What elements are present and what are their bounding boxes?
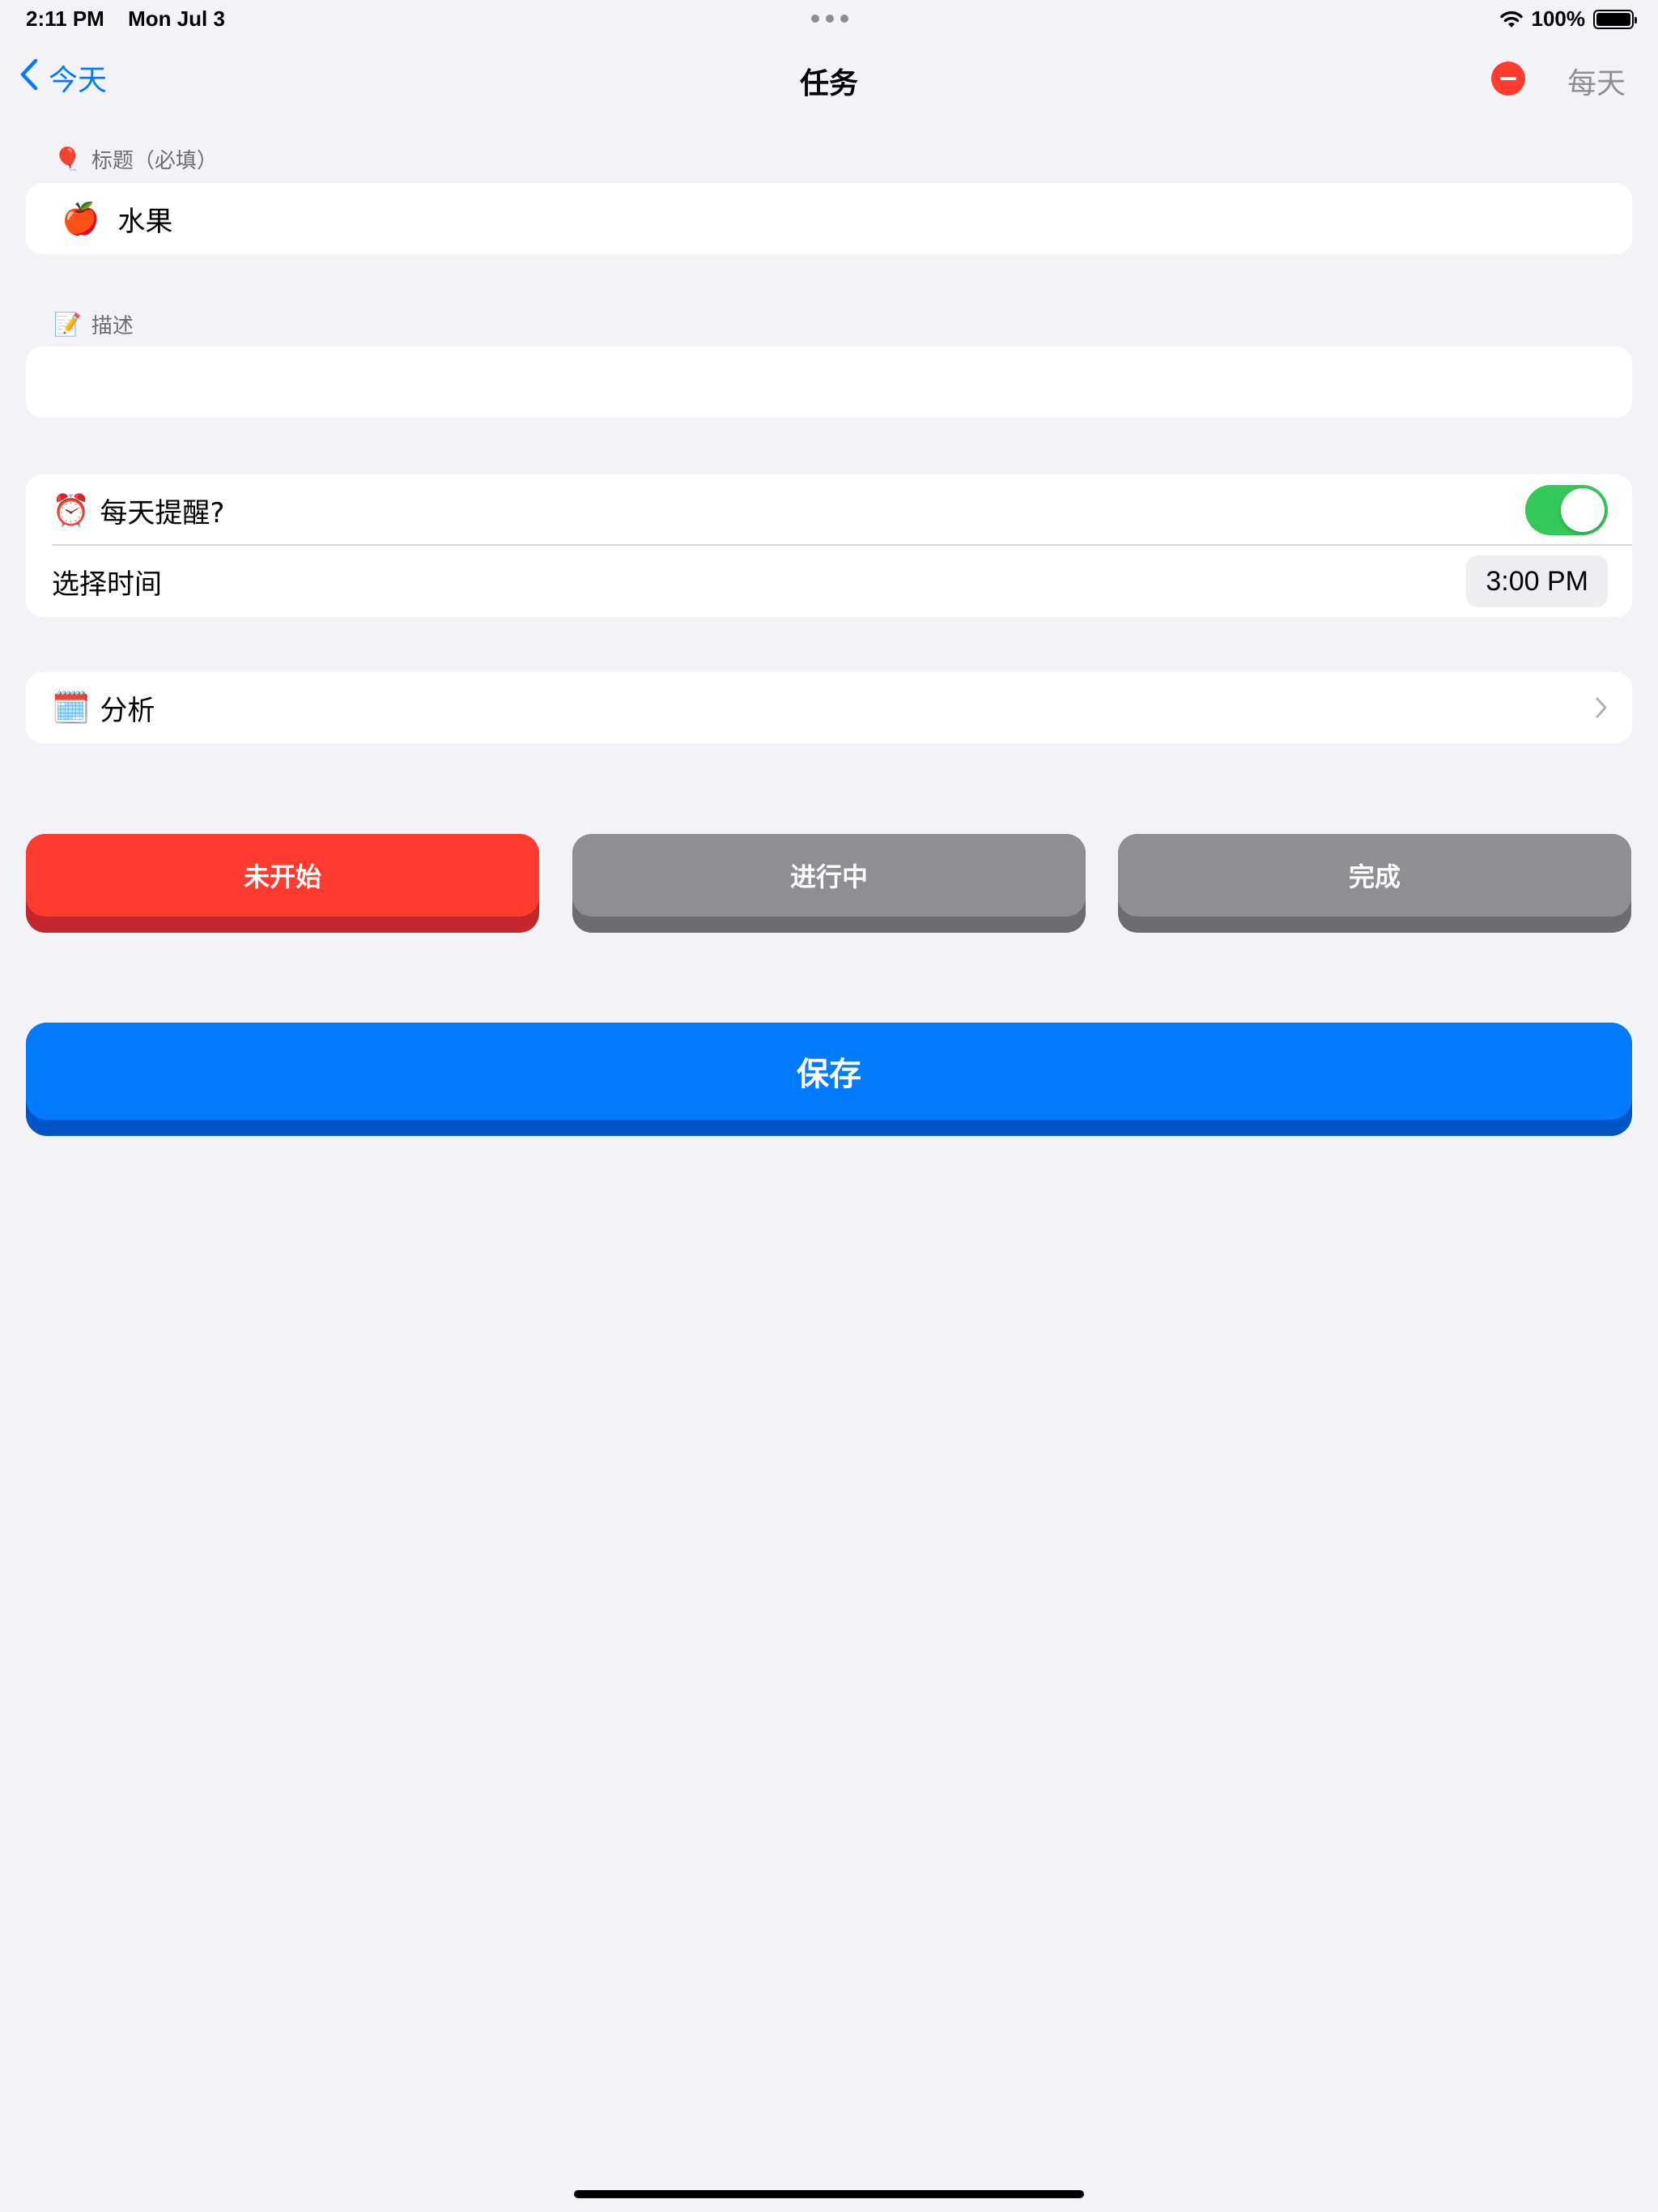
save-button[interactable]: 保存 [26, 1023, 1632, 1136]
title-value: 水果 [117, 205, 173, 238]
analysis-row[interactable]: 🗓️ 分析 [26, 672, 1632, 743]
chevron-right-icon [1595, 696, 1608, 719]
status-in-progress-button[interactable]: 进行中 [572, 834, 1086, 933]
description-header-label: 描述 [91, 314, 134, 338]
title-section-header: 🎈 标题（必填） [53, 144, 218, 174]
toggle-knob [1561, 488, 1605, 532]
status-indicators: 100% [1499, 6, 1637, 32]
delete-icon[interactable] [1491, 62, 1525, 96]
description-card [26, 347, 1632, 418]
battery-icon [1593, 9, 1637, 29]
page-title: 任务 [799, 67, 858, 100]
alarm-clock-icon: ⏰ [52, 492, 91, 528]
status-in-progress-label: 进行中 [572, 834, 1086, 917]
apple-icon: 🍎 [62, 201, 100, 236]
status-not-started-label: 未开始 [26, 834, 539, 917]
time-picker[interactable]: 3:00 PM [1466, 555, 1608, 607]
status-time-date: 2:11 PM Mon Jul 3 [26, 6, 225, 32]
status-done-label: 完成 [1118, 834, 1631, 917]
home-indicator[interactable] [574, 2190, 1084, 2198]
status-not-started-button[interactable]: 未开始 [26, 834, 539, 933]
title-header-label: 标题（必填） [91, 149, 218, 173]
battery-percentage: 100% [1531, 6, 1586, 31]
reminder-card: ⏰ 每天提醒? 选择时间 3:00 PM [26, 474, 1632, 617]
status-time: 2:11 PM [26, 6, 104, 31]
daily-reminder-toggle[interactable] [1525, 485, 1608, 535]
description-section-header: 📝 描述 [53, 309, 134, 339]
title-card: 🍎 水果 [26, 183, 1632, 254]
save-button-label: 保存 [26, 1023, 1632, 1120]
navigation-bar: 今天 任务 每天 [0, 50, 1658, 108]
frequency-button[interactable]: 每天 [1567, 60, 1626, 102]
analysis-label: 分析 [100, 694, 155, 727]
daily-reminder-label: 每天提醒? [100, 496, 225, 530]
memo-icon: 📝 [53, 310, 82, 338]
analysis-card[interactable]: 🗓️ 分析 [26, 672, 1632, 743]
calendar-icon: 🗓️ [52, 690, 91, 725]
description-input[interactable] [26, 347, 1632, 418]
status-bar: 2:11 PM Mon Jul 3 100% [0, 0, 1658, 39]
multitasking-dots-icon[interactable] [811, 15, 848, 23]
select-time-label: 选择时间 [52, 568, 162, 601]
status-done-button[interactable]: 完成 [1118, 834, 1631, 933]
daily-reminder-row: ⏰ 每天提醒? [26, 474, 1632, 546]
title-input[interactable]: 🍎 水果 [26, 183, 1632, 254]
balloon-icon: 🎈 [53, 145, 82, 172]
status-date: Mon Jul 3 [128, 6, 225, 31]
wifi-icon [1499, 10, 1524, 29]
select-time-row: 选择时间 3:00 PM [26, 546, 1632, 617]
